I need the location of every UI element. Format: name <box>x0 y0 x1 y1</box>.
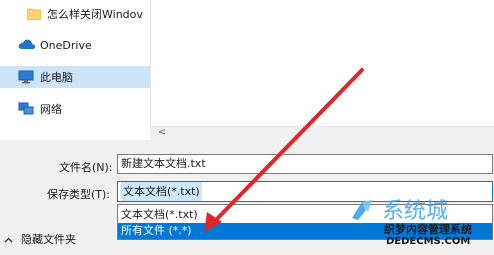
watermark-logo-icon: 系统城 <box>352 199 448 224</box>
watermark-name: 织梦内容管理系统 <box>384 223 472 236</box>
watermark-url: DEDECMS.COM <box>386 236 471 247</box>
